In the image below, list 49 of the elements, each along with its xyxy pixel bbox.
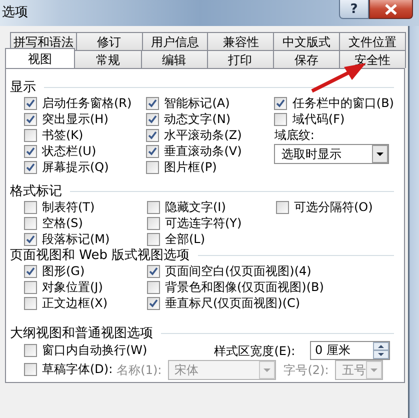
field-label: 域底纹: (274, 127, 314, 143)
checkbox[interactable]: 屏幕提示(Q) (24, 159, 109, 175)
checkbox[interactable]: 书签(K) (24, 127, 84, 143)
tab[interactable]: 修订 (76, 32, 143, 50)
checkbox[interactable]: 图形(G) (24, 263, 85, 279)
tab[interactable]: 打印 (206, 50, 274, 68)
tab[interactable]: 保存 (272, 50, 340, 68)
checkbox[interactable]: 域代码(F) (274, 111, 345, 127)
checkbox[interactable]: 动态文字(N) (146, 111, 231, 127)
window-title: 选项 (2, 4, 28, 21)
tab[interactable]: 常规 (74, 50, 142, 68)
checkbox[interactable]: 全部(L) (147, 231, 206, 247)
checkbox[interactable]: 背景色和图像(仅页面视图)(B) (147, 279, 324, 295)
tab[interactable]: 兼容性 (207, 32, 274, 50)
checkbox[interactable]: 可选分隔符(O) (276, 199, 373, 215)
checkbox[interactable]: 段落标记(M) (24, 231, 110, 247)
checkbox[interactable]: 状态栏(U) (24, 143, 96, 159)
field-label: 样式区宽度(E): (214, 342, 296, 358)
tab[interactable]: 视图 (5, 48, 76, 68)
field-label: 字号(2): (284, 362, 329, 378)
tab[interactable]: 用户信息 (142, 32, 208, 50)
help-button[interactable]: ? (339, 0, 369, 19)
checkbox[interactable]: 垂直标尺(仅页面视图)(C) (147, 295, 300, 311)
section-title: 大纲视图和普通视图选项 (10, 324, 153, 342)
spin-field[interactable]: 0 厘米 (310, 341, 390, 360)
checkbox[interactable]: 智能标记(A) (146, 95, 230, 111)
checkbox[interactable]: 制表符(T) (24, 199, 95, 215)
checkbox[interactable]: 草稿字体(D): (24, 362, 113, 378)
section-title: 格式标记 (10, 183, 62, 200)
section-title: 页面视图和 Web 版式视图选项 (10, 247, 190, 264)
checkbox[interactable]: 窗口内自动换行(W) (24, 342, 148, 358)
checkbox[interactable]: 水平滚动条(Z) (146, 127, 242, 143)
checkbox[interactable]: 任务栏中的窗口(B) (274, 95, 394, 111)
field-label: 名称(1): (116, 362, 162, 378)
tab[interactable]: 文件位置 (339, 32, 406, 50)
checkbox[interactable]: 可选连字符(Y) (147, 215, 242, 231)
checkbox[interactable]: 空格(S) (24, 215, 83, 231)
checkbox[interactable]: 突出显示(H) (24, 111, 108, 127)
section-title: 显示 (10, 79, 36, 96)
checkbox[interactable]: 对象位置(J) (24, 279, 103, 295)
checkbox[interactable]: 图片框(P) (146, 159, 217, 175)
checkbox[interactable]: 正文边框(X) (24, 295, 108, 311)
checkbox[interactable]: 启动任务窗格(R) (24, 95, 132, 111)
checkbox[interactable]: 页面间空白(仅页面视图)(4) (147, 263, 312, 279)
tab[interactable]: 中文版式 (273, 32, 340, 50)
checkbox[interactable]: 垂直滚动条(V) (146, 143, 242, 159)
tab[interactable]: 编辑 (140, 50, 208, 68)
dropdown[interactable]: 选取时显示 (274, 144, 390, 164)
checkbox[interactable]: 隐藏文字(I) (147, 199, 226, 215)
